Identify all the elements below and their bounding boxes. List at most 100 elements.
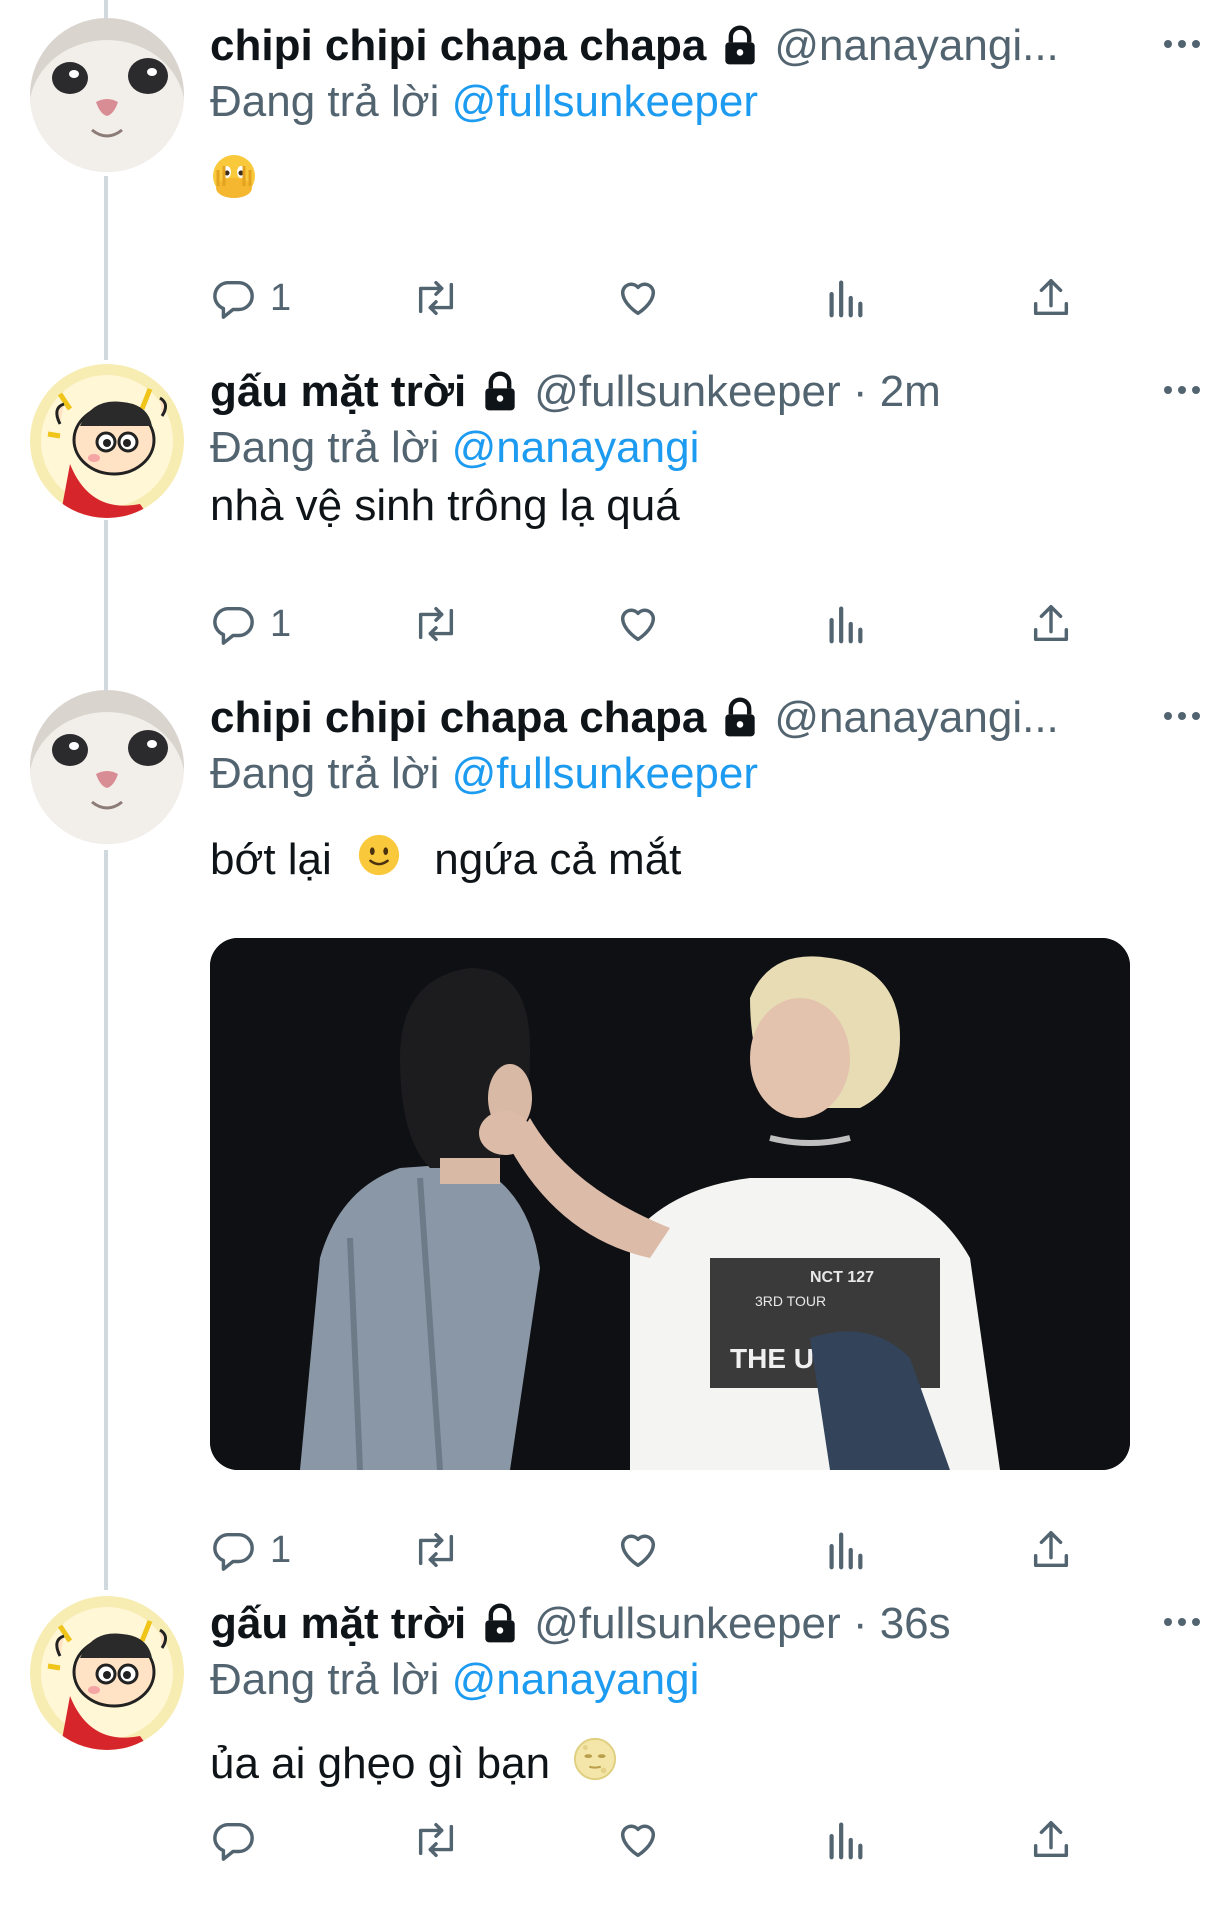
- display-name[interactable]: chipi chipi chapa chapa: [210, 690, 706, 746]
- reply-to-link[interactable]: @nanayangi: [452, 423, 700, 472]
- share-icon: [1033, 605, 1069, 642]
- handle-and-time[interactable]: @fullsunkeeper · 2m: [534, 364, 941, 420]
- more-options-icon[interactable]: [1154, 1596, 1210, 1652]
- retweet-action[interactable]: [410, 594, 462, 654]
- retweet-icon: [418, 1532, 454, 1568]
- tweet[interactable]: gấu mặt trời @fullsunkeeper · 2m Đang tr…: [0, 364, 1228, 664]
- tweet-text: ủa ai ghẹo gì bạn: [210, 1736, 1190, 1796]
- more-options-icon[interactable]: [1154, 690, 1210, 746]
- handle[interactable]: @nanayangi...: [774, 690, 1058, 746]
- replying-to-label: Đang trả lời: [210, 749, 440, 798]
- retweet-action[interactable]: [410, 1520, 462, 1580]
- slightly-smiling-face-emoji-icon: [356, 832, 402, 892]
- avatar[interactable]: [30, 690, 184, 844]
- tweet-actions: 1: [210, 594, 1090, 654]
- share-action[interactable]: [1028, 1810, 1074, 1870]
- tweet-actions: [210, 1810, 1090, 1870]
- lock-icon: [478, 1602, 522, 1646]
- replying-to: Đang trả lời @fullsunkeeper: [210, 74, 1190, 130]
- replying-to: Đang trả lời @nanayangi: [210, 420, 1190, 476]
- retweet-action[interactable]: [410, 268, 462, 328]
- new-moon-face-emoji-icon: [572, 1736, 618, 1796]
- reply-icon: [213, 606, 254, 645]
- lock-icon: [718, 24, 762, 68]
- more-options-icon[interactable]: [1154, 18, 1210, 74]
- tweet-text: nhà vệ sinh trông lạ quá: [210, 481, 680, 530]
- share-icon: [1033, 1531, 1069, 1568]
- reply-icon: [213, 1822, 254, 1861]
- share-action[interactable]: [1028, 268, 1074, 328]
- display-name[interactable]: gấu mặt trời: [210, 1596, 466, 1652]
- replying-to: Đang trả lời @nanayangi: [210, 1652, 1190, 1708]
- views-action[interactable]: [824, 594, 866, 654]
- reply-icon: [213, 1532, 254, 1571]
- handle-and-time[interactable]: @fullsunkeeper · 36s: [534, 1596, 950, 1652]
- avatar[interactable]: [30, 18, 184, 172]
- handle[interactable]: @nanayangi...: [774, 18, 1058, 74]
- tweet[interactable]: gấu mặt trời @fullsunkeeper · 36s Đang t…: [0, 1596, 1228, 1916]
- tweet-actions: 1: [210, 268, 1090, 328]
- shirt-text: 3RD TOUR: [755, 1293, 826, 1309]
- share-action[interactable]: [1028, 1520, 1074, 1580]
- reply-icon: [213, 280, 254, 319]
- views-action[interactable]: [824, 1520, 866, 1580]
- tweet-header: gấu mặt trời @fullsunkeeper · 2m: [210, 364, 1190, 420]
- tweet-header: chipi chipi chapa chapa @nanayangi...: [210, 690, 1190, 746]
- share-icon: [1033, 279, 1069, 316]
- reply-action[interactable]: 1: [210, 1520, 291, 1580]
- tweet-header: chipi chipi chapa chapa @nanayangi...: [210, 18, 1190, 74]
- reply-to-link[interactable]: @fullsunkeeper: [452, 749, 758, 798]
- retweet-action[interactable]: [410, 1810, 462, 1870]
- heart-icon: [620, 282, 656, 316]
- white-cat-avatar-icon: [30, 690, 184, 844]
- like-action[interactable]: [614, 268, 662, 328]
- like-action[interactable]: [614, 1810, 662, 1870]
- views-action[interactable]: [824, 1810, 866, 1870]
- like-action[interactable]: [614, 594, 662, 654]
- concert-photo-icon: NCT 127 3RD TOUR THE UNITY: [210, 938, 1130, 1470]
- replying-to: Đang trả lời @fullsunkeeper: [210, 746, 1190, 802]
- heart-icon: [620, 1824, 656, 1858]
- tweet-text-part: bớt lại: [210, 835, 332, 884]
- white-cat-avatar-icon: [30, 18, 184, 172]
- lock-icon: [478, 370, 522, 414]
- avatar[interactable]: [30, 364, 184, 518]
- reply-count: 1: [270, 276, 292, 319]
- reply-action[interactable]: 1: [210, 594, 291, 654]
- cartoon-boy-avatar-icon: [30, 1596, 184, 1750]
- thread-connector: [104, 0, 108, 20]
- avatar[interactable]: [30, 1596, 184, 1750]
- analytics-icon: [829, 280, 863, 318]
- analytics-icon: [829, 1822, 863, 1860]
- reply-action[interactable]: 1: [210, 268, 291, 328]
- tweet[interactable]: chipi chipi chapa chapa @nanayangi... Đa…: [0, 18, 1228, 338]
- tweet-header: gấu mặt trời @fullsunkeeper · 36s: [210, 1596, 1190, 1652]
- tweet-text-part: ủa ai ghẹo gì bạn: [210, 1739, 551, 1788]
- like-action[interactable]: [614, 1520, 662, 1580]
- replying-to-label: Đang trả lời: [210, 1655, 440, 1704]
- views-action[interactable]: [824, 268, 866, 328]
- retweet-icon: [418, 606, 454, 642]
- shirt-text: NCT 127: [810, 1269, 874, 1286]
- share-action[interactable]: [1028, 594, 1074, 654]
- tweet[interactable]: chipi chipi chapa chapa @nanayangi... Đa…: [0, 690, 1228, 1571]
- analytics-icon: [829, 606, 863, 644]
- reply-count: 1: [270, 602, 292, 645]
- display-name[interactable]: chipi chipi chapa chapa: [210, 18, 706, 74]
- display-name[interactable]: gấu mặt trời: [210, 364, 466, 420]
- tweet-text: [210, 152, 1190, 205]
- retweet-icon: [418, 280, 454, 316]
- reply-to-link[interactable]: @nanayangi: [452, 1655, 700, 1704]
- tweet-photo[interactable]: NCT 127 3RD TOUR THE UNITY: [210, 938, 1130, 1470]
- replying-to-label: Đang trả lời: [210, 77, 440, 126]
- lock-icon: [718, 696, 762, 740]
- share-icon: [1033, 1821, 1069, 1858]
- peeking-face-emoji-icon: [210, 152, 258, 205]
- heart-icon: [620, 1534, 656, 1568]
- tweet-actions: 1: [210, 1520, 1090, 1580]
- reply-action[interactable]: [210, 1810, 270, 1870]
- reply-to-link[interactable]: @fullsunkeeper: [452, 77, 758, 126]
- analytics-icon: [829, 1532, 863, 1570]
- more-options-icon[interactable]: [1154, 364, 1210, 420]
- heart-icon: [620, 608, 656, 642]
